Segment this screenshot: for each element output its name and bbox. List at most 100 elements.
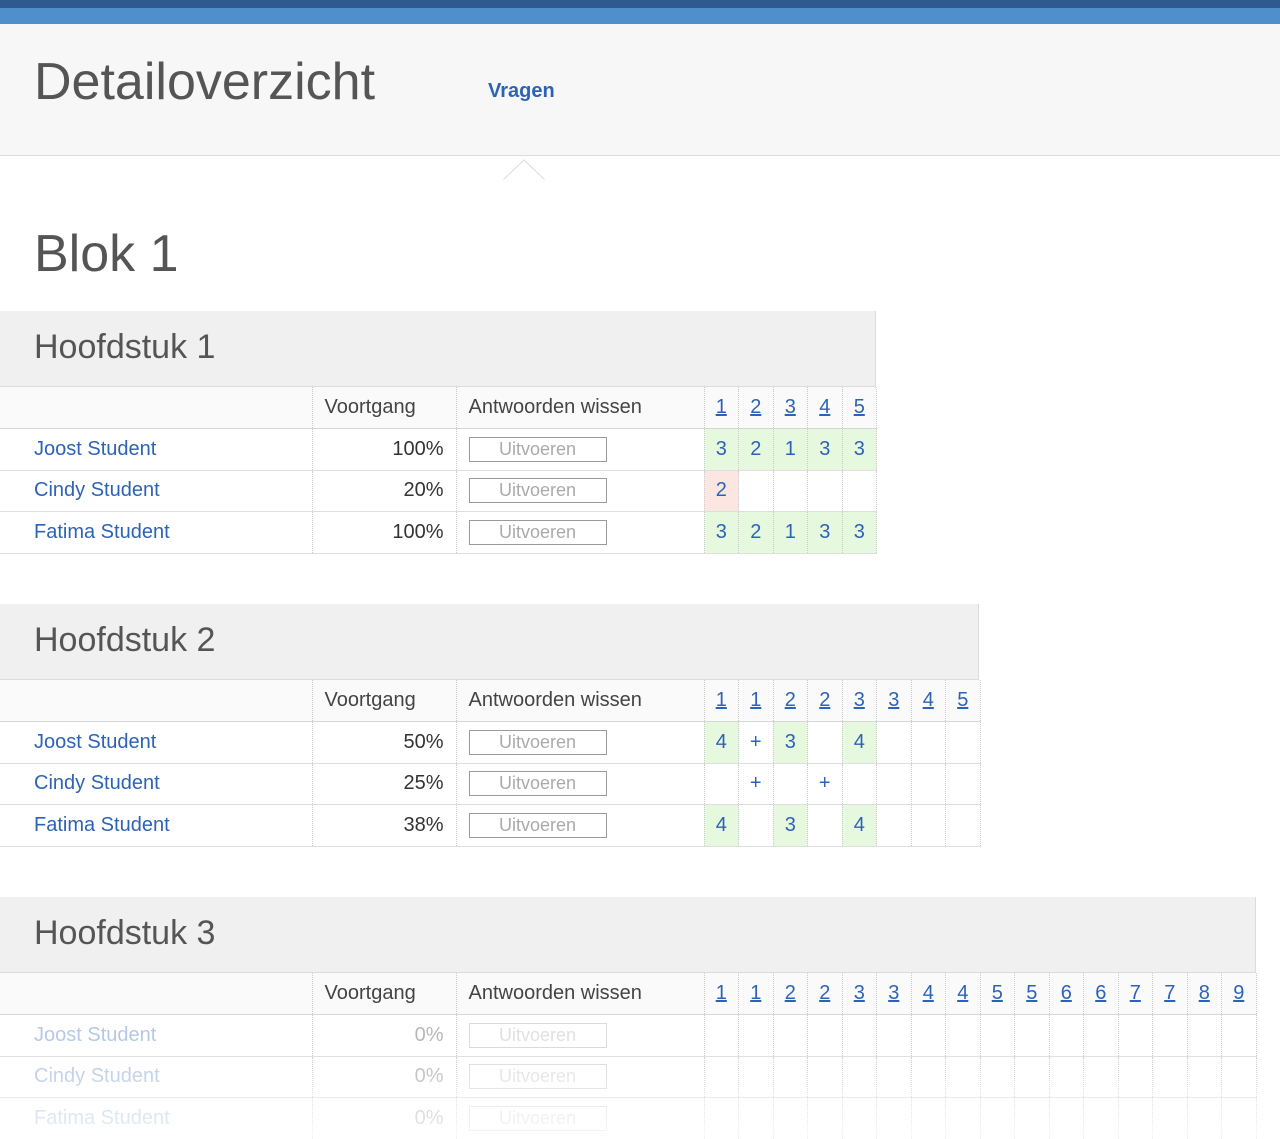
answer-cell [1152, 1097, 1187, 1139]
question-link[interactable]: 2 [750, 396, 761, 418]
question-link[interactable]: 3 [854, 982, 865, 1004]
question-link[interactable]: 4 [923, 689, 934, 711]
question-link[interactable]: 5 [992, 982, 1003, 1004]
progress-value: 20% [312, 470, 457, 512]
table-row: Cindy Student 0% Uitvoeren [0, 1056, 1257, 1098]
answer-cell [945, 763, 981, 805]
answer-cell [772, 1014, 808, 1057]
question-link[interactable]: 2 [819, 689, 830, 711]
answer-cell [703, 1056, 739, 1098]
answer-cell [910, 1097, 946, 1139]
reset-button[interactable]: Uitvoeren [468, 478, 607, 504]
reset-button[interactable]: Uitvoeren [468, 729, 607, 755]
reset-button[interactable]: Uitvoeren [468, 1022, 607, 1048]
question-link[interactable]: 4 [957, 982, 968, 1004]
answer-cell [738, 1056, 773, 1098]
answer-cell [807, 1056, 842, 1098]
reset-button[interactable]: Uitvoeren [468, 519, 607, 545]
question-link[interactable]: 9 [1233, 982, 1244, 1004]
progress-value: 0% [312, 1014, 457, 1057]
question-link[interactable]: 7 [1130, 982, 1141, 1004]
answer-cell [1221, 1056, 1257, 1098]
question-header: 2 [807, 973, 842, 1015]
progress-value: 100% [312, 428, 457, 471]
tab-vragen[interactable]: Vragen [488, 80, 555, 103]
answer-cell [772, 470, 808, 512]
answer-cell [807, 1097, 842, 1139]
question-link[interactable]: 3 [888, 982, 899, 1004]
progress-column-header: Voortgang [312, 973, 457, 1015]
table-row: Fatima Student 38% Uitvoeren 4 3 4 [0, 804, 981, 847]
question-header: 7 [1117, 973, 1153, 1015]
answer-cell [807, 1014, 842, 1057]
reset-button[interactable]: Uitvoeren [468, 1064, 607, 1090]
answer-cell [876, 1014, 911, 1057]
question-link[interactable]: 3 [854, 689, 865, 711]
question-link[interactable]: 2 [785, 689, 796, 711]
answer-cell [1048, 1056, 1084, 1098]
question-header: 1 [703, 680, 739, 722]
reset-button[interactable]: Uitvoeren [468, 771, 607, 797]
question-link[interactable]: 5 [1026, 982, 1037, 1004]
student-link[interactable]: Joost Student [34, 731, 156, 753]
question-link[interactable]: 4 [923, 982, 934, 1004]
question-link[interactable]: 1 [716, 982, 727, 1004]
answer-cell [876, 721, 911, 764]
answer-cell [979, 1014, 1015, 1057]
question-link[interactable]: 6 [1095, 982, 1106, 1004]
answer-cell: 3 [772, 721, 808, 764]
student-link[interactable]: Fatima Student [34, 521, 170, 543]
student-link[interactable]: Joost Student [34, 1024, 156, 1046]
question-header: 5 [1014, 973, 1049, 1015]
question-link[interactable]: 1 [750, 982, 761, 1004]
answer-cell: + [738, 763, 773, 805]
student-link[interactable]: Cindy Student [34, 772, 160, 794]
table-row: Joost Student 100% Uitvoeren 3 2 1 3 3 [0, 428, 877, 471]
student-link[interactable]: Fatima Student [34, 1107, 170, 1129]
answer-cell [1186, 1097, 1222, 1139]
page-header: Detailoverzicht Vragen [0, 24, 1280, 181]
question-link[interactable]: 8 [1199, 982, 1210, 1004]
reset-button[interactable]: Uitvoeren [468, 436, 607, 462]
chapter-section: Hoofdstuk 3 Voortgang Antwoorden wissen … [0, 897, 1257, 1139]
student-link[interactable]: Joost Student [34, 438, 156, 460]
question-link[interactable]: 3 [888, 689, 899, 711]
page-title: Detailoverzicht [34, 53, 376, 111]
question-link[interactable]: 5 [957, 689, 968, 711]
question-header: 1 [703, 973, 739, 1015]
question-link[interactable]: 1 [750, 689, 761, 711]
results-table: Voortgang Antwoorden wissen 1 1 2 2 3 3 … [0, 973, 1257, 1139]
progress-value: 50% [312, 721, 457, 764]
answer-cell [945, 721, 981, 764]
question-link[interactable]: 1 [716, 396, 727, 418]
student-link[interactable]: Cindy Student [34, 1065, 160, 1087]
progress-value: 0% [312, 1056, 457, 1098]
reset-button[interactable]: Uitvoeren [468, 812, 607, 838]
answer-cell: 4 [703, 804, 739, 847]
progress-value: 25% [312, 763, 457, 805]
reset-button[interactable]: Uitvoeren [468, 1105, 607, 1131]
table-header-row: Voortgang Antwoorden wissen 1 2 3 4 5 [0, 387, 877, 429]
answer-cell [807, 721, 842, 764]
question-link[interactable]: 2 [819, 982, 830, 1004]
question-link[interactable]: 7 [1164, 982, 1175, 1004]
answer-cell [1083, 1014, 1118, 1057]
question-link[interactable]: 3 [785, 396, 796, 418]
question-link[interactable]: 6 [1061, 982, 1072, 1004]
table-row: Cindy Student 20% Uitvoeren 2 [0, 470, 877, 512]
question-header: 4 [945, 973, 980, 1015]
answer-cell [807, 470, 842, 512]
question-link[interactable]: 2 [785, 982, 796, 1004]
student-link[interactable]: Cindy Student [34, 479, 160, 501]
question-header: 4 [910, 680, 946, 722]
question-header: 2 [738, 387, 773, 429]
answer-cell [945, 1014, 980, 1057]
student-link[interactable]: Fatima Student [34, 814, 170, 836]
answer-cell: 2 [738, 511, 773, 554]
question-link[interactable]: 1 [716, 689, 727, 711]
chapter-title: Hoofdstuk 3 [34, 914, 216, 952]
question-header: 3 [772, 387, 808, 429]
answer-cell: 3 [772, 804, 808, 847]
question-link[interactable]: 4 [819, 396, 830, 418]
question-link[interactable]: 5 [854, 396, 865, 418]
